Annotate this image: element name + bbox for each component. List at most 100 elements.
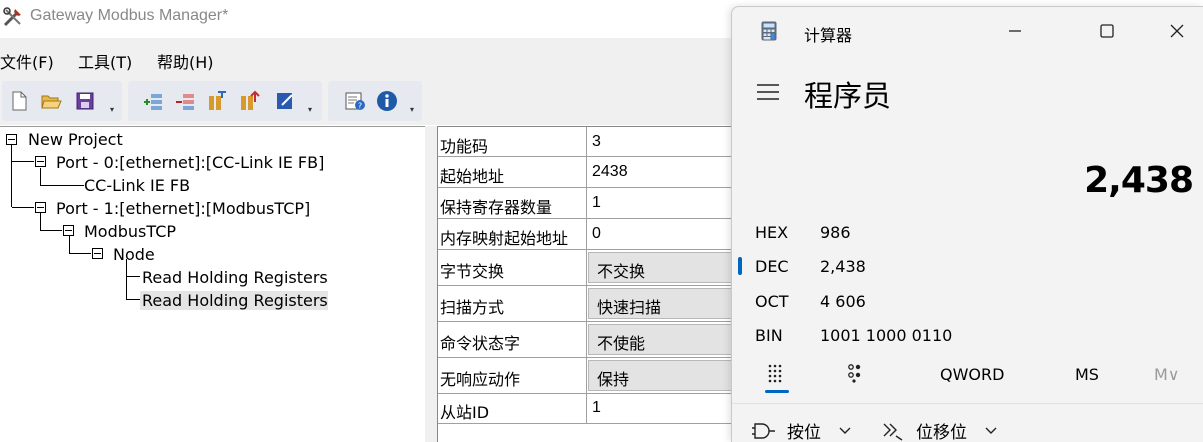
column-divider bbox=[586, 286, 587, 321]
info-icon[interactable] bbox=[376, 90, 398, 112]
bitwise-button[interactable]: 按位 bbox=[787, 418, 821, 442]
new-file-icon[interactable] bbox=[8, 90, 30, 112]
tree-connector bbox=[126, 299, 140, 300]
collapse-toggle-port1[interactable] bbox=[35, 202, 46, 213]
add-port-icon[interactable] bbox=[142, 90, 164, 112]
property-name: 命令状态字 bbox=[440, 334, 521, 353]
tree-connector bbox=[12, 207, 34, 208]
window-title: Gateway Modbus Manager* bbox=[30, 7, 229, 24]
radix-label: BIN bbox=[755, 326, 783, 345]
radix-row-dec[interactable]: DEC 2,438 bbox=[732, 249, 1203, 283]
bitshift-icon bbox=[883, 423, 903, 441]
column-divider bbox=[586, 127, 587, 156]
function-code-field[interactable]: 3 bbox=[592, 133, 601, 151]
word-size-button[interactable]: QWORD bbox=[940, 365, 1004, 384]
column-divider bbox=[586, 358, 587, 393]
tree-item-node[interactable]: Node bbox=[113, 245, 155, 264]
maximize-icon[interactable] bbox=[1095, 19, 1119, 43]
toolbar-group-edit: ▾ bbox=[128, 81, 322, 121]
active-tab-underline bbox=[765, 390, 789, 393]
radix-row-hex[interactable]: HEX 986 bbox=[732, 215, 1203, 249]
tree-item-root[interactable]: New Project bbox=[28, 130, 123, 149]
save-icon[interactable] bbox=[74, 90, 96, 112]
add-command-icon[interactable] bbox=[238, 90, 260, 112]
app-tools-icon bbox=[3, 7, 21, 27]
bit-toggle-keypad-icon[interactable] bbox=[846, 363, 866, 383]
property-row: 保持寄存器数量 1 bbox=[438, 188, 738, 219]
collapse-toggle-modbus[interactable] bbox=[63, 225, 74, 236]
column-divider bbox=[586, 157, 587, 187]
tree-connector bbox=[40, 185, 84, 186]
radix-row-oct[interactable]: OCT 4 606 bbox=[732, 284, 1203, 318]
tree-item-cclink[interactable]: CC-Link IE FB bbox=[84, 176, 190, 195]
property-row: 功能码 3 bbox=[438, 127, 738, 157]
radix-label: DEC bbox=[755, 257, 789, 276]
add-node-icon[interactable] bbox=[206, 90, 228, 112]
memory-map-address-field[interactable]: 0 bbox=[592, 225, 601, 243]
start-address-field[interactable]: 2438 bbox=[592, 163, 628, 181]
menu-tools[interactable]: 工具(T) bbox=[78, 49, 132, 73]
menu-file[interactable]: 文件(F) bbox=[0, 49, 54, 73]
memory-store-button[interactable]: MS bbox=[1075, 365, 1099, 384]
property-name: 起始地址 bbox=[440, 167, 505, 186]
column-divider bbox=[586, 219, 587, 249]
property-name: 内存映射起始地址 bbox=[440, 229, 569, 248]
property-name: 字节交换 bbox=[440, 262, 505, 281]
property-row: 无响应动作 保持 bbox=[438, 358, 738, 394]
column-divider bbox=[586, 394, 587, 423]
chevron-down-icon[interactable]: ▾ bbox=[110, 106, 118, 114]
scan-mode-value: 快速扫描 bbox=[597, 298, 662, 317]
full-keypad-icon[interactable] bbox=[767, 363, 787, 383]
slave-id-field[interactable]: 1 bbox=[592, 399, 601, 417]
collapse-toggle-port0[interactable] bbox=[35, 156, 46, 167]
tree-item-command-2[interactable]: Read Holding Registers bbox=[140, 291, 328, 310]
project-tree: New Project Port - 0:[ethernet]:[CC-Link… bbox=[0, 126, 425, 442]
help-icon[interactable]: ? bbox=[344, 90, 366, 112]
radix-value: 2,438 bbox=[820, 257, 866, 276]
no-response-action-value: 保持 bbox=[597, 370, 630, 389]
command-status-select[interactable]: 不使能 bbox=[588, 324, 738, 355]
close-icon[interactable] bbox=[1165, 19, 1189, 43]
toolbar: ▾ ▾ ? ▾ bbox=[0, 78, 740, 125]
chevron-down-icon[interactable]: ▾ bbox=[308, 106, 316, 114]
chevron-down-icon[interactable] bbox=[838, 426, 852, 436]
scan-mode-select[interactable]: 快速扫描 bbox=[588, 288, 738, 319]
property-row: 内存映射起始地址 0 bbox=[438, 219, 738, 250]
panel-splitter[interactable] bbox=[425, 126, 437, 442]
no-response-action-select[interactable]: 保持 bbox=[588, 360, 738, 391]
hamburger-menu-icon[interactable] bbox=[756, 83, 780, 101]
byte-swap-select[interactable]: 不交换 bbox=[588, 252, 738, 283]
register-count-field[interactable]: 1 bbox=[592, 194, 601, 212]
tree-item-port1[interactable]: Port - 1:[ethernet]:[ModbusTCP] bbox=[56, 199, 310, 218]
calculator-icon bbox=[761, 21, 777, 41]
title-bar: Gateway Modbus Manager* bbox=[0, 0, 740, 36]
open-folder-icon[interactable] bbox=[40, 90, 62, 112]
tree-connector bbox=[40, 168, 41, 185]
radix-label: OCT bbox=[755, 292, 789, 311]
mode-title: 程序员 bbox=[804, 79, 892, 113]
minimize-icon[interactable] bbox=[1003, 19, 1027, 43]
tree-connector bbox=[126, 276, 140, 277]
memory-list-button[interactable]: M∨ bbox=[1154, 365, 1180, 384]
radix-value: 4 606 bbox=[820, 292, 866, 311]
property-name: 保持寄存器数量 bbox=[440, 198, 553, 217]
column-divider bbox=[586, 188, 587, 218]
menu-help[interactable]: 帮助(H) bbox=[157, 49, 214, 73]
chevron-down-icon[interactable]: ▾ bbox=[410, 106, 418, 114]
tree-item-modbustcp[interactable]: ModbusTCP bbox=[84, 222, 176, 241]
collapse-toggle-root[interactable] bbox=[6, 134, 17, 145]
property-row: 起始地址 2438 bbox=[438, 157, 738, 188]
remove-port-icon[interactable] bbox=[174, 90, 196, 112]
calculator-title: 计算器 bbox=[804, 26, 853, 45]
radix-value: 986 bbox=[820, 223, 851, 242]
collapse-toggle-node[interactable] bbox=[92, 248, 103, 259]
radix-row-bin[interactable]: BIN 1001 1000 0110 bbox=[732, 318, 1203, 352]
property-name: 功能码 bbox=[440, 137, 489, 156]
tree-item-command-1[interactable]: Read Holding Registers bbox=[142, 268, 328, 287]
property-row: 扫描方式 快速扫描 bbox=[438, 286, 738, 322]
property-grid: 功能码 3 起始地址 2438 保持寄存器数量 1 内存映射起始地址 0 字节交… bbox=[437, 126, 738, 442]
bitshift-button[interactable]: 位移位 bbox=[916, 418, 967, 442]
chevron-down-icon[interactable] bbox=[984, 426, 998, 436]
tree-item-port0[interactable]: Port - 0:[ethernet]:[CC-Link IE FB] bbox=[56, 153, 324, 172]
edit-icon[interactable] bbox=[274, 90, 296, 112]
